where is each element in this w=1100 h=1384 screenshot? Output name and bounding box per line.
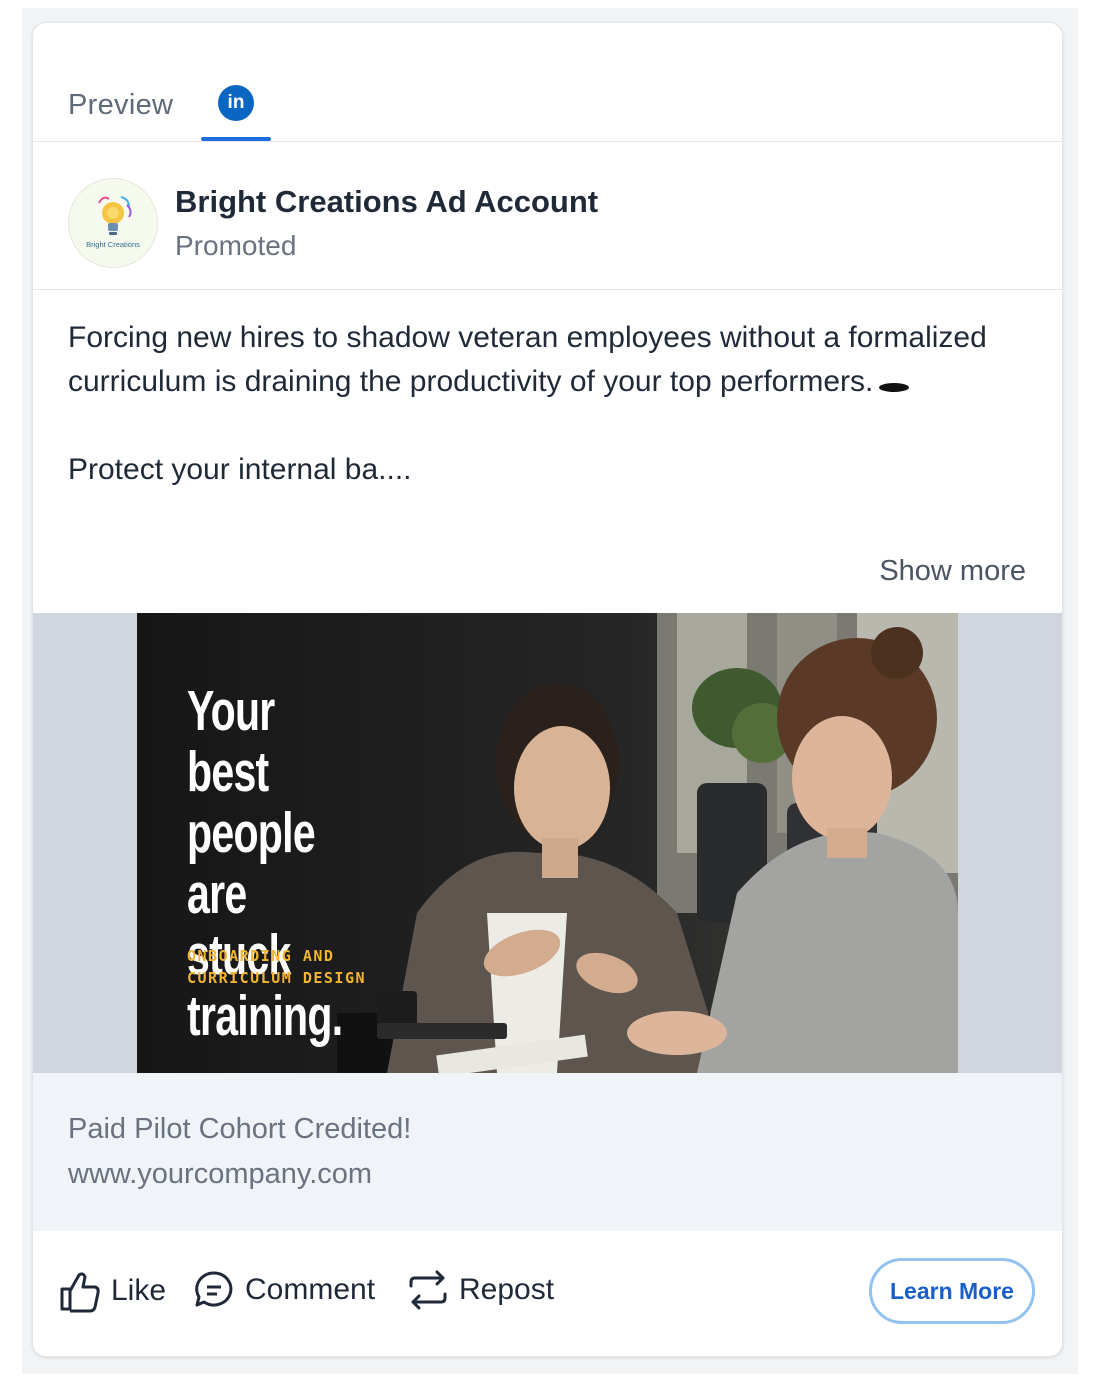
thumbs-up-icon <box>60 1272 100 1313</box>
repost-button[interactable]: Repost <box>407 1269 554 1311</box>
post-header: Bright Creations Bright Creations Ad Acc… <box>33 142 1062 290</box>
post-text-line-1: Forcing new hires to shadow veteran empl… <box>68 321 987 398</box>
like-label: Like <box>111 1274 167 1307</box>
repost-label: Repost <box>459 1273 555 1306</box>
repost-icon <box>409 1270 447 1310</box>
comment-button[interactable]: Comment <box>193 1269 375 1311</box>
like-button[interactable]: Like <box>59 1269 166 1313</box>
emoji-icon <box>879 382 910 392</box>
ad-subline: ONBOARDING AND CURRICULUM DESIGN <box>187 945 366 989</box>
tab-linkedin[interactable]: in <box>201 71 271 141</box>
ad-preview-card: Preview in Bright Creations Bright Creat… <box>32 22 1063 1357</box>
bulb-logo-icon: Bright Creations <box>69 179 157 267</box>
ad-headline: Your best people are stuck training. <box>187 679 343 1048</box>
avatar[interactable]: Bright Creations <box>68 178 158 268</box>
post-text-line-2: Protect your internal ba.... <box>68 453 412 486</box>
active-tab-underline <box>201 137 271 141</box>
caption-title: Paid Pilot Cohort Credited! <box>68 1113 412 1145</box>
post-text: Forcing new hires to shadow veteran empl… <box>68 316 998 492</box>
show-more-link[interactable]: Show more <box>879 555 1026 588</box>
ad-image-frame: Your best people are stuck training. ONB… <box>33 613 1062 1073</box>
preview-tabs: Preview in <box>33 23 1062 142</box>
tab-preview[interactable]: Preview <box>68 89 173 122</box>
avatar-text: Bright Creations <box>86 240 140 249</box>
comment-icon <box>195 1271 233 1307</box>
comment-label: Comment <box>245 1273 376 1306</box>
action-bar: Like Comment Repost Learn More <box>33 1231 1062 1356</box>
ad-image[interactable]: Your best people are stuck training. ONB… <box>137 613 958 1073</box>
ad-subline-2: CURRICULUM DESIGN <box>187 969 367 987</box>
ad-subline-1: ONBOARDING AND <box>187 947 335 965</box>
linkedin-icon: in <box>218 85 254 121</box>
ad-caption[interactable]: Paid Pilot Cohort Credited! www.yourcomp… <box>33 1073 1062 1231</box>
account-name[interactable]: Bright Creations Ad Account <box>175 184 598 220</box>
learn-more-button[interactable]: Learn More <box>869 1258 1035 1324</box>
caption-url: www.yourcompany.com <box>68 1158 373 1190</box>
promoted-label: Promoted <box>175 230 297 261</box>
